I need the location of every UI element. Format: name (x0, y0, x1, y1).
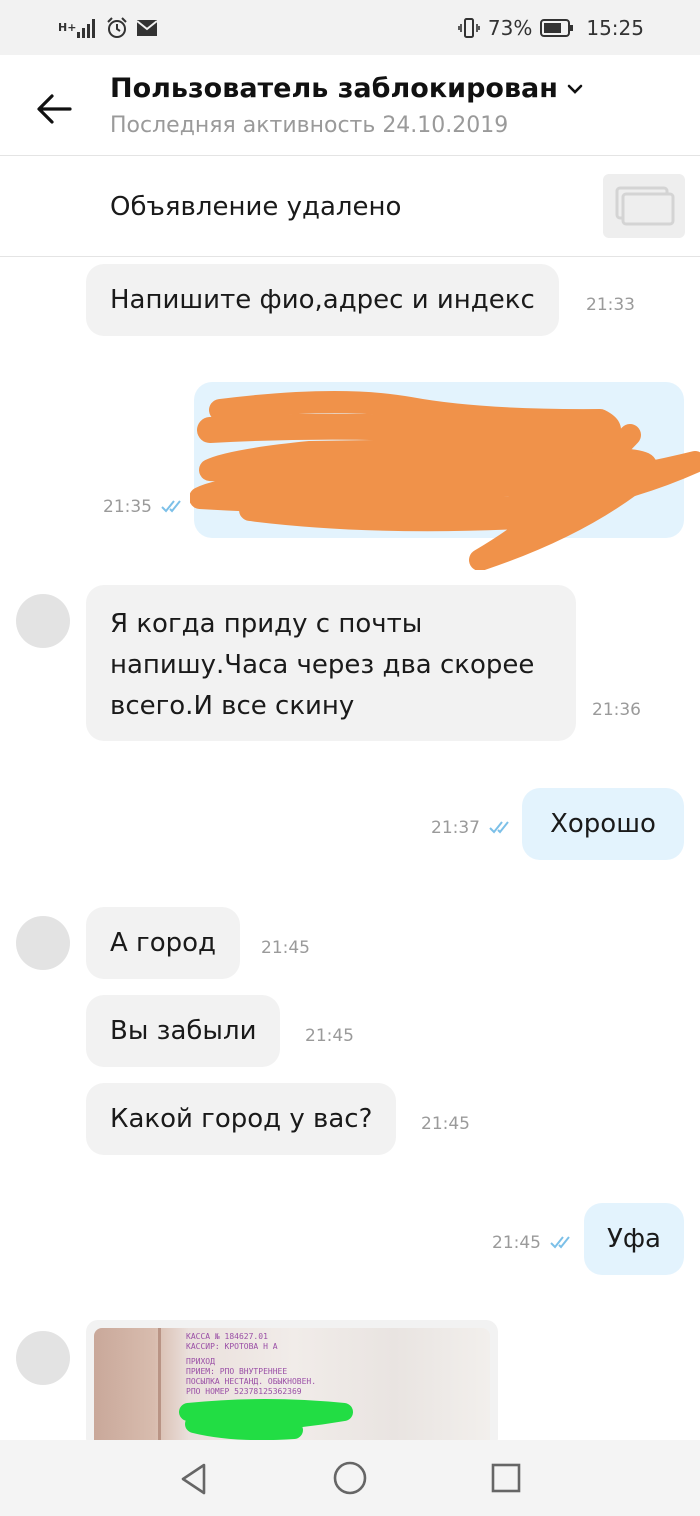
back-arrow-icon[interactable] (30, 89, 80, 129)
receipt-line: ПРИЕМ: РПО ВНУТРЕННЕЕ (186, 1367, 288, 1376)
double-check-icon (550, 1236, 570, 1249)
image-placeholder-icon (615, 186, 675, 226)
clock: 15:25 (586, 16, 644, 40)
last-activity: Последняя активность 24.10.2019 (110, 113, 509, 138)
message-time: 21:35 (103, 497, 152, 517)
receipt-line: ПОСЫЛКА НЕСТАНД. ОБЫКНОВЕН. (186, 1377, 317, 1386)
censor-scribble (190, 391, 700, 570)
page-title: Пользователь заблокирован (110, 73, 558, 104)
triangle-back-icon[interactable] (178, 1462, 210, 1496)
message-time: 21:45 (261, 938, 310, 958)
system-nav-bar (0, 1440, 700, 1516)
message-time: 21:45 (492, 1233, 541, 1253)
message-time: 21:37 (431, 818, 480, 838)
photo-message[interactable]: КАССА № 184627.01 КАССИР: КРОТОВА Н А ПР… (86, 1320, 498, 1450)
message-time: 21:33 (586, 295, 635, 315)
incoming-message[interactable]: А город (86, 907, 241, 979)
incoming-message[interactable]: Какой город у вас? (86, 1083, 397, 1155)
message-text: Какой город у вас? (110, 1104, 373, 1134)
message-text: Вы забыли (110, 1016, 257, 1046)
avatar[interactable] (16, 1331, 70, 1385)
avatar[interactable] (16, 916, 70, 970)
message-text: А город (110, 928, 217, 958)
receipt-photo: КАССА № 184627.01 КАССИР: КРОТОВА Н А ПР… (94, 1328, 490, 1450)
receipt-line: КАССА № 184627.01 (186, 1332, 268, 1341)
outgoing-message[interactable]: Уфа (584, 1203, 684, 1275)
listing-status: Объявление удалено (110, 192, 402, 222)
receipt-line: КАССИР: КРОТОВА Н А (186, 1342, 278, 1351)
alarm-icon (107, 17, 127, 38)
message-text: Напишите фио,адрес и индекс (110, 285, 535, 315)
message-time: 21:36 (592, 700, 641, 720)
incoming-message[interactable]: Я когда приду с почты напишу.Часа через … (86, 585, 576, 741)
message-line: напишу.Часа через два скорее (110, 650, 535, 680)
receipt-paper-edge (158, 1328, 161, 1450)
receipt-line: ПРИХОД (186, 1357, 215, 1366)
message-text: Уфа (606, 1224, 661, 1254)
signal-icon (77, 19, 95, 38)
message-line: Я когда приду с почты (110, 609, 423, 639)
network-type-label: H+ (58, 21, 77, 34)
mail-icon (136, 20, 158, 36)
header-title-row[interactable]: Пользователь заблокирован (110, 73, 584, 104)
listing-bar[interactable]: Объявление удалено (0, 156, 700, 257)
message-time: 21:45 (421, 1114, 470, 1134)
square-recent-icon[interactable] (490, 1462, 522, 1494)
circle-home-icon[interactable] (332, 1460, 368, 1496)
listing-thumbnail[interactable] (603, 174, 685, 238)
message-line: всего.И все скину (110, 691, 355, 721)
avatar[interactable] (16, 594, 70, 648)
vibrate-icon (458, 18, 480, 38)
receipt-line: РПО НОМЕР 52378125362369 (186, 1387, 302, 1396)
battery-percent: 73% (487, 16, 533, 40)
status-bar: H+ 73% 15:25 (0, 0, 700, 55)
receipt-text: КАССА № 184627.01 КАССИР: КРОТОВА Н А ПР… (186, 1332, 316, 1397)
status-left-icons: H+ (58, 14, 158, 42)
battery-icon (540, 19, 574, 37)
message-time: 21:45 (305, 1026, 354, 1046)
outgoing-message[interactable]: Хорошо (522, 788, 684, 860)
double-check-icon (489, 821, 509, 834)
message-text: Хорошо (550, 809, 656, 839)
incoming-message[interactable]: Вы забыли (86, 995, 281, 1067)
chat-header: Пользователь заблокирован Последняя акти… (0, 55, 700, 156)
chevron-down-icon (567, 84, 583, 94)
incoming-message[interactable]: Напишите фио,адрес и индекс (86, 264, 559, 336)
double-check-icon (161, 500, 181, 513)
status-right: 73% 15:25 (458, 14, 644, 42)
